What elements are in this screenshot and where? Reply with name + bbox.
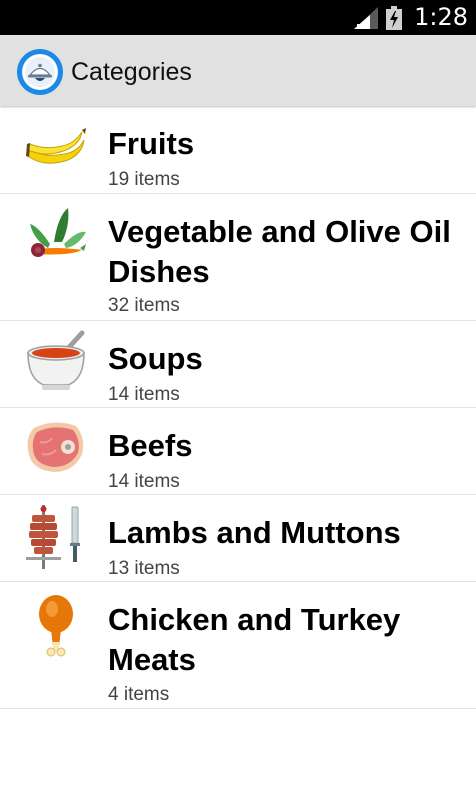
page-title: Categories [71,58,192,86]
category-name: Fruits [108,126,195,161]
category-count: 19 items [108,169,180,190]
status-icons: 1:28 [354,0,468,35]
category-item-soups[interactable]: Soups 14 items [0,321,476,408]
category-count: 14 items [108,471,180,492]
category-item-vegetable-dishes[interactable]: Vegetable and Olive Oil Dishes 32 items [0,194,476,321]
app-logo-icon[interactable] [16,48,64,96]
category-item-chicken-turkey[interactable]: Chicken and Turkey Meats 4 items [0,582,476,709]
category-name: Beefs [108,428,193,463]
category-name: Vegetable and Olive Oil Dishes [108,214,451,289]
category-item-beefs[interactable]: Beefs 14 items [0,408,476,495]
category-item-fruits[interactable]: Fruits 19 items [0,106,476,194]
battery-icon [386,5,403,30]
category-list: Fruits 19 items Vegetable and Olive Oil … [0,106,476,709]
category-count: 4 items [108,684,170,705]
banana-icon [26,128,86,164]
category-count: 32 items [108,295,180,316]
doner-kebab-icon [26,505,80,569]
category-count: 14 items [108,384,180,405]
action-bar: Categories [0,35,476,106]
chicken-leg-icon [39,595,73,657]
signal-icon [354,6,379,29]
status-clock: 1:28 [414,3,468,31]
category-name: Chicken and Turkey Meats [108,602,401,677]
category-name: Lambs and Muttons [108,515,401,550]
soup-bowl-icon [27,330,85,390]
status-bar: 1:28 [0,0,476,35]
steak-icon [27,422,84,472]
category-name: Soups [108,341,203,376]
category-count: 13 items [108,558,180,579]
category-item-lambs-muttons[interactable]: Lambs and Muttons 13 items [0,495,476,582]
vegetables-icon [30,208,86,257]
